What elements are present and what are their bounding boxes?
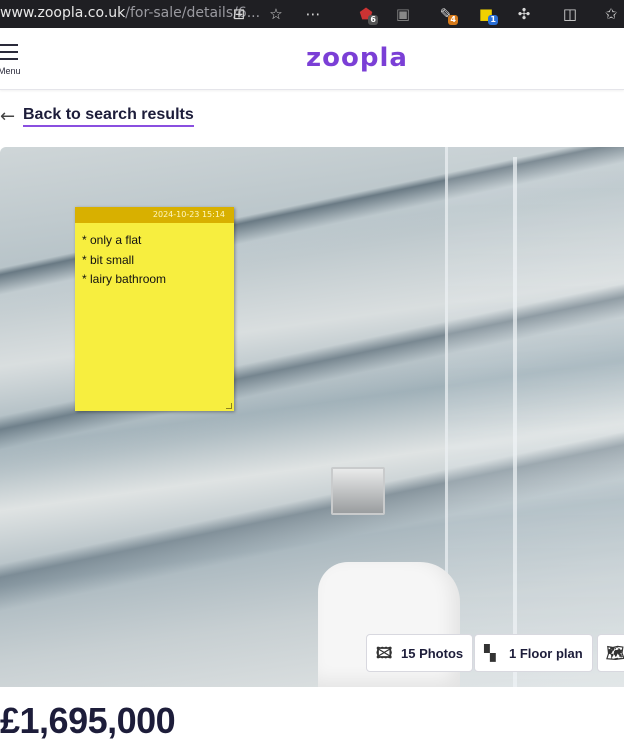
back-link-label: Back to search results [23, 106, 194, 127]
floor-plan-button-label: 1 Floor plan [509, 645, 583, 661]
flush-plate [331, 467, 385, 515]
sticky-note-text[interactable]: * only a flat * bit small * lairy bathro… [75, 223, 234, 290]
puzzle-icon[interactable]: ✣ [514, 4, 534, 24]
hamburger-icon [0, 44, 18, 46]
note-line: * lairy bathroom [82, 272, 167, 286]
more-icon[interactable]: ⋯ [303, 4, 323, 24]
ublock-badge: 6 [368, 15, 378, 25]
zoopla-logo[interactable]: zoopla [306, 43, 408, 73]
listing-price: £1,695,000 [0, 700, 176, 741]
address-bar[interactable]: www.zoopla.co.uk/for-sale/details/6... [0, 5, 260, 21]
shower-rail [513, 157, 517, 687]
sticky-note-timestamp: 2024-10-23 15:14 [75, 207, 234, 223]
floor-plan-button[interactable]: ▚ 1 Floor plan [474, 634, 593, 672]
back-to-results-link[interactable]: ← Back to search results [0, 104, 194, 128]
site-header: Menu zoopla [0, 28, 624, 90]
grid-icon[interactable]: ⊞ [229, 4, 249, 24]
ublock-icon[interactable]: ⬟ 6 [356, 4, 378, 25]
url-domain: www.zoopla.co.uk [0, 5, 126, 21]
photos-button[interactable]: 🖾 15 Photos [366, 634, 474, 672]
favorites-icon[interactable]: ✩ [601, 4, 621, 24]
map-button[interactable]: 🗺 [597, 634, 624, 672]
menu-label: Menu [0, 66, 21, 76]
arrow-left-icon: ← [0, 105, 16, 127]
star-icon[interactable]: ☆ [266, 4, 286, 24]
sticky-notes-icon[interactable]: ■ 1 [476, 4, 498, 25]
extension-icon[interactable]: ✎ 4 [436, 4, 458, 25]
sticky-note[interactable]: 2024-10-23 15:14 * only a flat * bit sma… [75, 207, 234, 411]
resize-grip-icon[interactable] [226, 403, 232, 409]
floor-plan-icon: ▚ [484, 644, 496, 662]
split-icon[interactable]: ◫ [560, 4, 580, 24]
note-line: * only a flat [82, 233, 142, 247]
browser-toolbar: www.zoopla.co.uk/for-sale/details/6... ⊞… [0, 0, 624, 28]
menu-button[interactable]: Menu [0, 44, 22, 76]
extension-badge: 4 [448, 15, 458, 25]
extension-icon[interactable]: ▣ [393, 4, 413, 24]
image-icon: 🖾 [376, 644, 393, 662]
notes-badge: 1 [488, 15, 498, 25]
hamburger-icon-bar [0, 58, 18, 60]
shower-glass [445, 147, 624, 687]
note-line: * bit small [82, 252, 135, 267]
map-icon: 🗺 [606, 644, 624, 662]
hamburger-icon-bar [0, 51, 18, 53]
photos-button-label: 15 Photos [401, 645, 464, 661]
